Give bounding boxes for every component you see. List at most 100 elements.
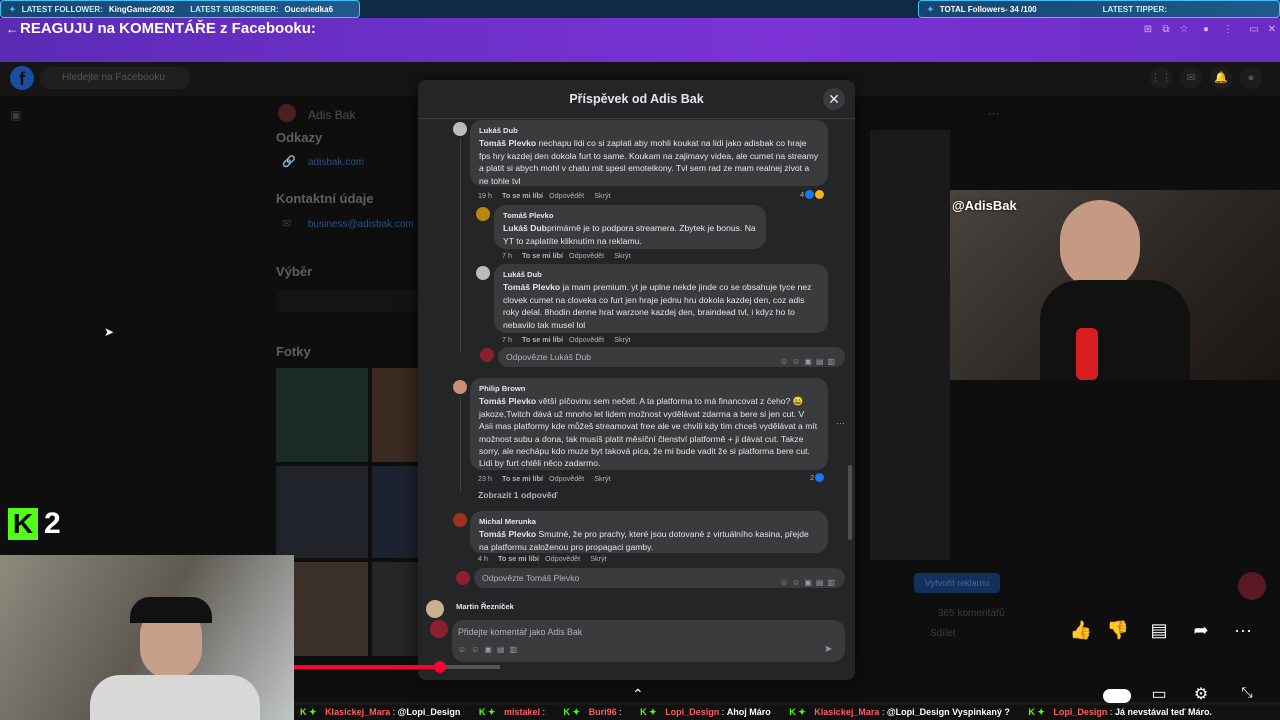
avatar[interactable] <box>453 513 467 527</box>
like-link[interactable]: To se mi líbí <box>502 474 543 483</box>
comment-mention[interactable]: Lukáš Dub <box>503 223 547 233</box>
profile-link[interactable]: adisbak.com <box>308 157 364 168</box>
hide-link[interactable]: Skrýt <box>594 191 610 200</box>
photo-thumbnail[interactable] <box>276 466 368 558</box>
close-icon[interactable]: ✕ <box>823 88 845 110</box>
links-heading: Odkazy <box>276 130 323 145</box>
settings-icon[interactable]: ⋮ <box>1222 24 1234 36</box>
hide-link[interactable]: Skrýt <box>614 251 630 260</box>
reaction-count[interactable]: 2 <box>810 473 825 482</box>
photo-thumbnail[interactable] <box>276 368 368 462</box>
modal-scrollbar[interactable] <box>848 465 852 540</box>
avatar[interactable] <box>453 122 467 136</box>
mouse-cursor-icon: ➤ <box>104 325 115 339</box>
dislike-icon[interactable]: 👎 <box>1105 620 1131 641</box>
more-icon[interactable]: ··· <box>1230 620 1256 641</box>
captions-icon[interactable]: ▭ <box>1148 684 1170 704</box>
facebook-logo-icon[interactable]: f <box>10 66 34 90</box>
comment-author[interactable]: Tomáš Plevko <box>503 210 757 222</box>
photo-thumbnail[interactable] <box>372 562 418 656</box>
account-avatar[interactable]: ● <box>1240 67 1262 89</box>
like-link[interactable]: To se mi líbí <box>498 554 539 563</box>
reply-input[interactable]: Odpovězte Tomáš Plevko ☺☺▣▤▥ <box>474 568 845 588</box>
sidebar-toggle-icon[interactable]: ▣ <box>10 108 21 122</box>
comment-mention[interactable]: Tomáš Plevko <box>479 529 536 539</box>
like-link[interactable]: To se mi líbí <box>502 191 543 200</box>
show-replies-link[interactable]: Zobrazit 1 odpověď <box>478 490 558 500</box>
comments-count[interactable]: 365 komentářů <box>938 608 1005 619</box>
contact-email[interactable]: business@adisbak.com <box>308 219 414 230</box>
comment-author[interactable]: Lukáš Dub <box>479 125 819 137</box>
send-icon[interactable]: ➤ <box>824 644 832 655</box>
compose-toolbar-icons[interactable]: ☺☺▣▤▥ <box>458 645 522 654</box>
photo-thumbnail[interactable] <box>372 466 418 558</box>
reply-link[interactable]: Odpovědět <box>569 251 604 260</box>
comment-author[interactable]: Lukáš Dub <box>503 269 819 281</box>
emoji-toolbar-icons[interactable]: ☺☺▣▤▥ <box>780 352 839 372</box>
comment-author[interactable]: Michal Merunka <box>479 516 819 528</box>
more-options-icon[interactable]: ··· <box>988 108 999 120</box>
star-icon: ✦ <box>9 4 16 14</box>
comment-actions: 7 h To se mi líbí Odpovědět Skrýt <box>502 251 641 260</box>
create-ad-button[interactable]: Vytvořit reklamu <box>914 573 1000 593</box>
comment-time[interactable]: 19 h <box>478 191 492 200</box>
menu-grid-icon[interactable]: ⋮⋮ <box>1150 67 1172 89</box>
comments-icon[interactable]: ▤ <box>1146 620 1172 641</box>
fullscreen-exit-icon[interactable]: ⤡ <box>1236 684 1258 701</box>
comment-time[interactable]: 7 h <box>502 335 512 344</box>
comment-mention[interactable]: Tomáš Plevko <box>479 138 536 148</box>
emoji-toolbar-icons[interactable]: ☺☺▣▤▥ <box>780 573 839 593</box>
featured-box[interactable] <box>276 290 418 312</box>
comment-mention[interactable]: Tomáš Plevko <box>503 282 560 292</box>
hide-link[interactable]: Skrýt <box>594 474 610 483</box>
comment-time[interactable]: 7 h <box>502 251 512 260</box>
chevron-up-icon[interactable]: ⌃ <box>632 686 644 703</box>
notifications-icon[interactable]: 🔔 <box>1210 67 1232 89</box>
profile-icon[interactable]: ● <box>1200 24 1212 36</box>
profile-avatar[interactable] <box>278 104 296 122</box>
hide-link[interactable]: Skrýt <box>614 335 630 344</box>
messenger-icon[interactable]: ✉ <box>1180 67 1202 89</box>
avatar[interactable] <box>426 600 444 618</box>
window-icon[interactable]: ▭ <box>1248 24 1260 36</box>
comment-time[interactable]: 23 h <box>478 474 492 483</box>
extension-icon[interactable]: ⊞ <box>1142 24 1154 36</box>
reply-link[interactable]: Odpovědět <box>549 474 584 483</box>
comment-mention[interactable]: Tomáš Plevko <box>479 396 536 406</box>
reply-input[interactable]: Odpovězte Lukáš Dub ☺☺▣▤▥ <box>498 347 845 367</box>
reaction-count[interactable]: 4 <box>800 190 825 199</box>
translate-icon[interactable]: ⧉ <box>1160 24 1172 36</box>
autoplay-toggle[interactable] <box>1103 689 1131 703</box>
like-link[interactable]: To se mi líbí <box>522 251 563 260</box>
comment-more-icon[interactable]: ··· <box>836 418 845 428</box>
close-window-icon[interactable]: ✕ <box>1266 24 1278 36</box>
facebook-search-input[interactable]: Hledejte na Facebooku <box>40 67 190 89</box>
chat-user: Lopi_Design <box>665 707 720 717</box>
like-link[interactable]: To se mi líbí <box>522 335 563 344</box>
settings-gear-icon[interactable]: ⚙ <box>1190 684 1212 704</box>
thread-line <box>460 138 461 353</box>
comment-author[interactable]: Philip Brown <box>479 383 819 395</box>
reply-link[interactable]: Odpovědět <box>549 191 584 200</box>
photos-heading: Fotky <box>276 344 311 359</box>
back-arrow-icon[interactable]: ← <box>6 22 18 36</box>
profile-name[interactable]: Adis Bak <box>308 108 355 122</box>
share-icon[interactable]: ➦ <box>1188 620 1214 641</box>
reply-link[interactable]: Odpovědět <box>545 554 580 563</box>
like-icon[interactable]: 👍 <box>1068 620 1094 641</box>
comment-author[interactable]: Martin Řezníček <box>456 602 514 611</box>
avatar[interactable] <box>476 266 490 280</box>
reaction-number: 2 <box>810 473 815 482</box>
bookmark-star-icon[interactable]: ☆ <box>1178 24 1190 36</box>
photo-thumbnail[interactable] <box>372 368 418 462</box>
reply-link[interactable]: Odpovědět <box>569 335 604 344</box>
share-label[interactable]: Sdílet <box>930 628 956 639</box>
comment-actions: 23 h To se mi líbí Odpovědět Skrýt <box>478 474 621 483</box>
avatar[interactable] <box>476 207 490 221</box>
total-followers: TOTAL Followers- 34 /100 <box>939 4 1037 14</box>
comment-time[interactable]: 4 h <box>478 554 488 563</box>
avatar[interactable] <box>453 380 467 394</box>
photo-thumbnail[interactable] <box>294 562 368 656</box>
hide-link[interactable]: Skrýt <box>590 554 606 563</box>
comment-compose-box[interactable]: Přidejte komentář jako Adis Bak ☺☺▣▤▥ ➤ <box>452 620 845 662</box>
